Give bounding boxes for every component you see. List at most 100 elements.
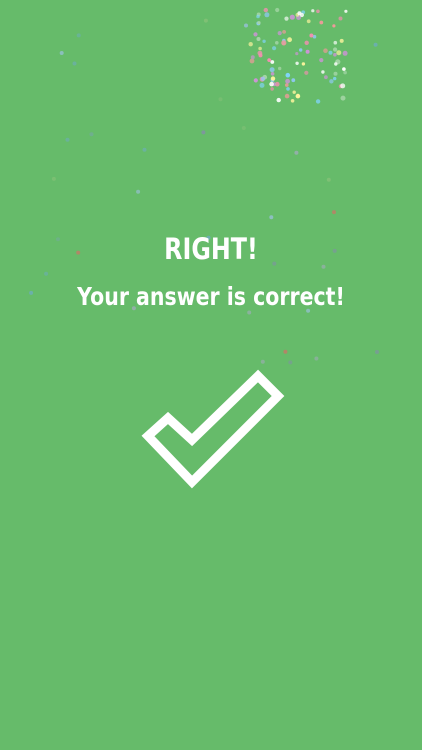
confetti-dot xyxy=(295,61,299,65)
confetti-dot xyxy=(257,21,261,25)
confetti-dot xyxy=(315,99,321,104)
confetti-dot xyxy=(263,7,268,13)
confetti-dot xyxy=(283,349,288,354)
confetti-dot xyxy=(277,30,282,36)
confetti-dot xyxy=(295,93,301,99)
confetti-dot xyxy=(304,40,309,45)
confetti-dot xyxy=(272,46,277,51)
confetti-dot xyxy=(342,50,348,56)
confetti-dot xyxy=(258,46,262,51)
confetti-dot xyxy=(270,72,275,76)
confetti-dot xyxy=(286,87,290,91)
confetti-dot xyxy=(203,18,208,23)
confetti-dot xyxy=(339,38,344,43)
confetti-dot xyxy=(316,9,320,14)
confetti-dot xyxy=(29,290,34,295)
check-icon xyxy=(141,369,285,489)
confetti-dot xyxy=(321,70,325,74)
confetti-dot xyxy=(292,90,296,94)
confetti-dot xyxy=(142,147,147,152)
result-screen: RIGHT! Your answer is correct! xyxy=(0,0,422,750)
confetti-dot xyxy=(299,48,303,52)
result-message: Your answer is correct! xyxy=(77,282,345,311)
confetti-dot xyxy=(270,87,274,91)
confetti-dot xyxy=(76,33,81,38)
confetti-dot xyxy=(291,78,296,83)
confetti-dot xyxy=(289,14,295,20)
result-title: RIGHT! xyxy=(164,232,258,266)
confetti-dot xyxy=(326,177,331,182)
confetti-dot xyxy=(333,71,338,76)
confetti-dot xyxy=(344,9,348,13)
confetti-dot xyxy=(275,41,279,45)
confetti-dot xyxy=(284,93,290,99)
confetti-dot xyxy=(201,130,206,135)
confetti-dot xyxy=(281,40,287,46)
confetti-dot xyxy=(309,33,314,38)
confetti-dot xyxy=(270,76,276,81)
confetti-dot xyxy=(259,82,265,88)
confetti-dot xyxy=(319,58,324,63)
confetti-dot xyxy=(264,12,270,18)
confetti-dot xyxy=(343,70,347,75)
confetti-dot xyxy=(333,40,338,45)
confetti-dot xyxy=(262,39,266,43)
confetti-dot xyxy=(249,58,255,64)
confetti-dot xyxy=(332,24,336,28)
confetti-dot xyxy=(285,83,289,87)
confetti-dot xyxy=(257,50,263,56)
confetti-dot xyxy=(373,42,378,47)
confetti-dot xyxy=(314,356,319,361)
confetti-dot xyxy=(340,83,346,89)
confetti-dot xyxy=(328,50,333,55)
check-mark-outline xyxy=(141,369,285,489)
confetti-dot xyxy=(44,271,49,276)
confetti-dot xyxy=(136,189,141,194)
confetti-dot xyxy=(65,137,70,142)
confetti-dot xyxy=(248,42,253,47)
confetti-dot xyxy=(323,48,328,53)
confetti-dot xyxy=(284,16,289,21)
confetti-dot xyxy=(311,9,315,13)
confetti-dot xyxy=(333,52,337,57)
confetti-dot xyxy=(250,55,255,60)
confetti-dot xyxy=(338,16,343,21)
confetti-dot xyxy=(253,78,258,83)
confetti-dot xyxy=(329,79,334,84)
confetti-dot xyxy=(319,20,324,25)
confetti-dot xyxy=(306,19,311,24)
confetti-dot xyxy=(305,49,310,54)
confetti-dot xyxy=(241,126,246,130)
confetti-dot xyxy=(260,76,266,82)
confetti-dot xyxy=(295,52,299,56)
confetti-dot xyxy=(304,70,309,75)
confetti-dot xyxy=(290,99,295,103)
confetti-dot xyxy=(324,75,328,80)
confetti-dot xyxy=(267,58,272,62)
confetti-dot xyxy=(288,360,293,365)
confetti-dot xyxy=(342,67,346,71)
confetti-dot xyxy=(285,72,291,78)
confetti-dot xyxy=(332,210,336,215)
confetti-dot xyxy=(334,62,338,66)
confetti-dot xyxy=(340,95,346,101)
confetti-dot xyxy=(269,215,274,220)
confetti-dot xyxy=(244,23,248,28)
confetti-dot xyxy=(269,81,274,87)
confetti-dot xyxy=(282,30,286,34)
confetti-dot xyxy=(336,50,342,56)
confetti-dot xyxy=(51,176,56,181)
confetti-dot xyxy=(333,47,338,52)
confetti-dot xyxy=(269,67,275,73)
confetti-dot xyxy=(333,76,337,81)
confetti-dot xyxy=(299,12,304,18)
confetti-dot xyxy=(276,97,281,103)
confetti-dot xyxy=(278,66,282,71)
confetti-dot xyxy=(275,7,280,13)
confetti-dot xyxy=(59,51,64,55)
confetti-dot xyxy=(256,14,260,19)
confetti-dot xyxy=(89,132,94,137)
confetti-dot xyxy=(301,62,306,66)
confetti-dot xyxy=(260,359,265,364)
confetti-dot xyxy=(247,310,252,315)
